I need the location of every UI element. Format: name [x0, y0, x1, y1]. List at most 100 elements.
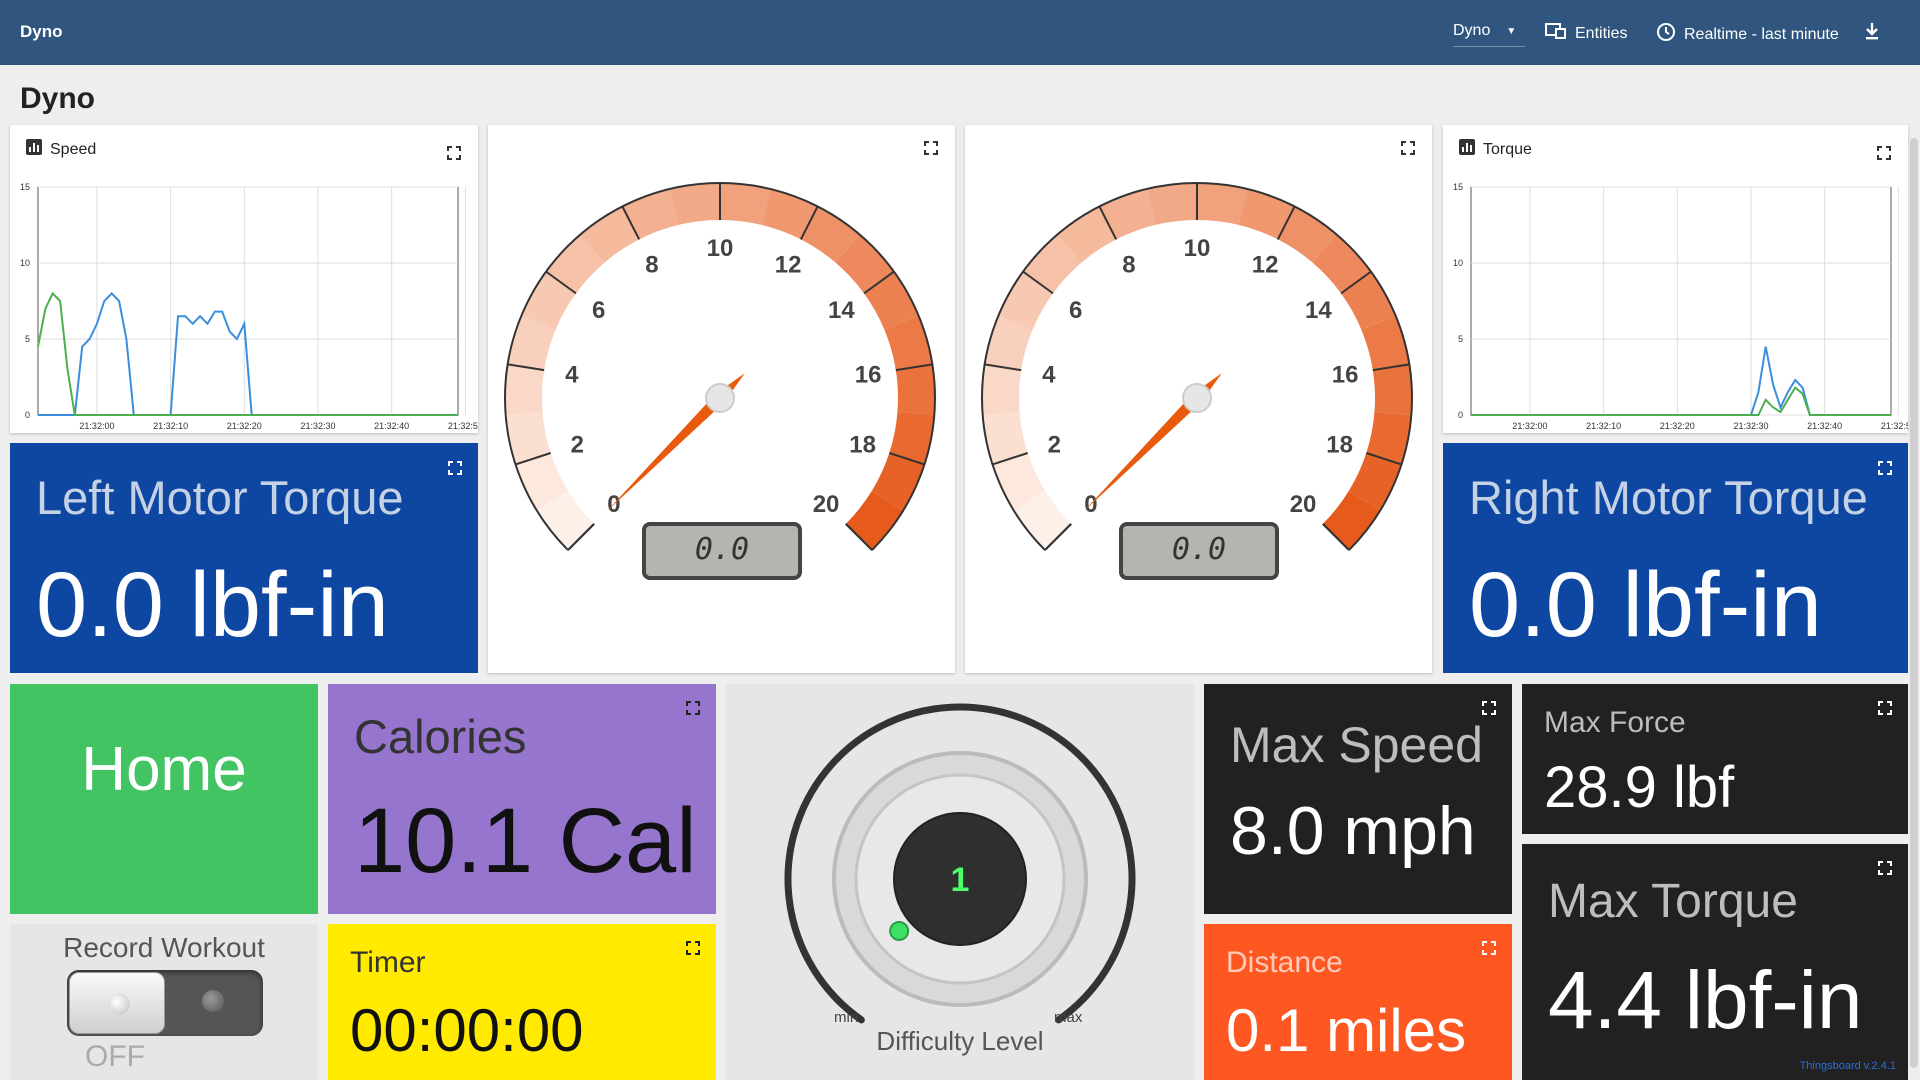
series-line	[38, 291, 458, 416]
dashboard-select-value: Dyno	[1453, 22, 1491, 39]
toggle-knob	[69, 972, 165, 1034]
record-workout-title: Record Workout	[63, 932, 265, 963]
record-toggle[interactable]	[67, 970, 263, 1036]
gauge-dial: 02468101214161820	[981, 182, 1413, 551]
gauge-band	[1146, 183, 1197, 225]
speed-gauge-left-widget: 02468101214161820 0.0	[488, 125, 955, 673]
x-tick-label: 21:32:00	[1512, 421, 1547, 431]
entities-icon	[1545, 22, 1567, 45]
gauge-band	[505, 364, 545, 415]
gauge-tick-label: 14	[828, 297, 855, 324]
gauge-tick-label: 14	[1305, 297, 1332, 324]
gauge-tick-label: 4	[1042, 362, 1056, 389]
gauge-lcd-display: 0.0	[642, 522, 802, 580]
dashboard-select[interactable]: Dyno ▼	[1453, 22, 1525, 47]
y-tick-label: 5	[25, 334, 30, 344]
fullscreen-icon[interactable]	[1482, 941, 1496, 955]
card-value: 4.4 lbf-in	[1548, 955, 1863, 1046]
card-title: Max Speed	[1230, 717, 1483, 773]
torque-line-chart: 0 5 10 15 21:32:00 21:32:10 21:32:20 21:32:30 21…	[1453, 182, 1908, 431]
y-tick-label: 15	[1453, 182, 1463, 192]
fullscreen-icon[interactable]	[448, 461, 462, 475]
calories-card: Calories 10.1 Cal	[328, 684, 716, 914]
distance-card: Distance 0.1 miles	[1204, 924, 1512, 1080]
download-button[interactable]	[1864, 22, 1880, 45]
fullscreen-icon[interactable]	[1878, 461, 1892, 475]
gauge-tick-label: 16	[1332, 362, 1359, 389]
entities-button[interactable]: Entities	[1545, 22, 1627, 45]
card-title: Max Force	[1544, 706, 1686, 739]
gauge-band	[895, 364, 935, 415]
card-value: 0.0 lbf-in	[1469, 554, 1822, 656]
knob-min-label: min	[834, 1009, 859, 1026]
fullscreen-icon[interactable]	[686, 701, 700, 715]
gauge-lcd-display: 0.0	[1119, 522, 1279, 580]
max-force-card: Max Force 28.9 lbf	[1522, 684, 1908, 834]
card-value: 00:00:00	[350, 997, 584, 1064]
gauge-tick-label: 12	[1252, 251, 1279, 278]
fullscreen-icon[interactable]	[1482, 701, 1496, 715]
torque-chart-widget: Torque 0 5 10 15 21:32:00 21:32:10 21:32:20 21:…	[1443, 125, 1908, 433]
max-speed-card: Max Speed 8.0 mph	[1204, 684, 1512, 914]
x-tick-label: 21:32:30	[300, 421, 335, 431]
x-tick-label: 21:32:40	[1807, 421, 1842, 431]
difficulty-knob-widget: 1 min max Difficulty Level	[726, 684, 1194, 1080]
card-value: 0.1 miles	[1226, 997, 1467, 1064]
knob-title: Difficulty Level	[876, 1026, 1044, 1056]
timewindow-button[interactable]: Realtime - last minute	[1656, 22, 1839, 47]
card-value: 28.9 lbf	[1544, 755, 1735, 820]
card-title: Calories	[354, 710, 527, 763]
gauge-tick-label: 10	[707, 235, 734, 262]
card-value: 8.0 mph	[1230, 793, 1476, 869]
knob-indicator	[889, 920, 910, 941]
download-icon	[1864, 22, 1880, 45]
gauge-tick-label: 4	[565, 362, 579, 389]
knob-value: 1	[951, 861, 970, 899]
x-tick-label: 21:32:00	[79, 421, 114, 431]
timer-card: Timer 00:00:00	[328, 924, 716, 1080]
gauge-tick-label: 8	[645, 251, 658, 278]
fullscreen-icon[interactable]	[1878, 861, 1892, 875]
fullscreen-icon[interactable]	[1878, 701, 1892, 715]
gauge-tick-label: 18	[849, 431, 876, 458]
series-line	[1471, 346, 1891, 416]
powered-by-footer: Powered by Thingsboard v.2.4.1	[1739, 1060, 1896, 1072]
card-title: Distance	[1226, 946, 1343, 979]
clock-icon	[1656, 22, 1676, 47]
home-button[interactable]: Home	[10, 684, 318, 914]
gauge-band	[1197, 183, 1248, 225]
speed-line-chart: 0 5 10 15 21:32:00 21:32:10 21:32:20 21:32:30 21…	[20, 182, 478, 431]
y-tick-label: 5	[1458, 334, 1463, 344]
card-title: Max Torque	[1548, 875, 1798, 928]
vertical-scrollbar[interactable]	[1910, 138, 1918, 1068]
record-workout-widget: Record Workout OFF	[10, 924, 318, 1080]
x-tick-label: 21:32:20	[227, 421, 262, 431]
gauge-dial: 02468101214161820	[504, 182, 936, 551]
y-tick-label: 0	[25, 410, 30, 420]
app-title: Dyno	[20, 22, 63, 41]
difficulty-knob[interactable]: 1	[726, 684, 1194, 1080]
x-tick-label: 21:32:10	[153, 421, 188, 431]
y-tick-label: 10	[20, 258, 30, 268]
gauge-tick-label: 8	[1122, 251, 1135, 278]
card-title: Left Motor Torque	[36, 471, 404, 524]
y-tick-label: 0	[1458, 410, 1463, 420]
gauge-band	[669, 183, 720, 225]
card-title: Timer	[350, 946, 426, 979]
plot-frame	[1470, 186, 1892, 416]
fullscreen-icon[interactable]	[686, 941, 700, 955]
powered-by-brand[interactable]: Thingsboard v.2.4.1	[1800, 1060, 1896, 1072]
y-tick-label: 15	[20, 182, 30, 192]
x-tick-label: 21:32:50	[448, 421, 478, 431]
gauge-tick-label: 12	[775, 251, 802, 278]
series-line	[1471, 386, 1891, 416]
timewindow-label: Realtime - last minute	[1684, 25, 1839, 43]
gauge-band	[982, 364, 1022, 415]
right-motor-torque-card: Right Motor Torque 0.0 lbf-in	[1443, 443, 1908, 673]
gauge-tick-label: 2	[571, 431, 584, 458]
gauge-tick-label: 10	[1184, 235, 1211, 262]
gauge-tick-label: 16	[855, 362, 882, 389]
toggle-state-label: OFF	[85, 1040, 145, 1073]
gauge-band	[1372, 364, 1412, 415]
card-title: Right Motor Torque	[1469, 471, 1868, 524]
